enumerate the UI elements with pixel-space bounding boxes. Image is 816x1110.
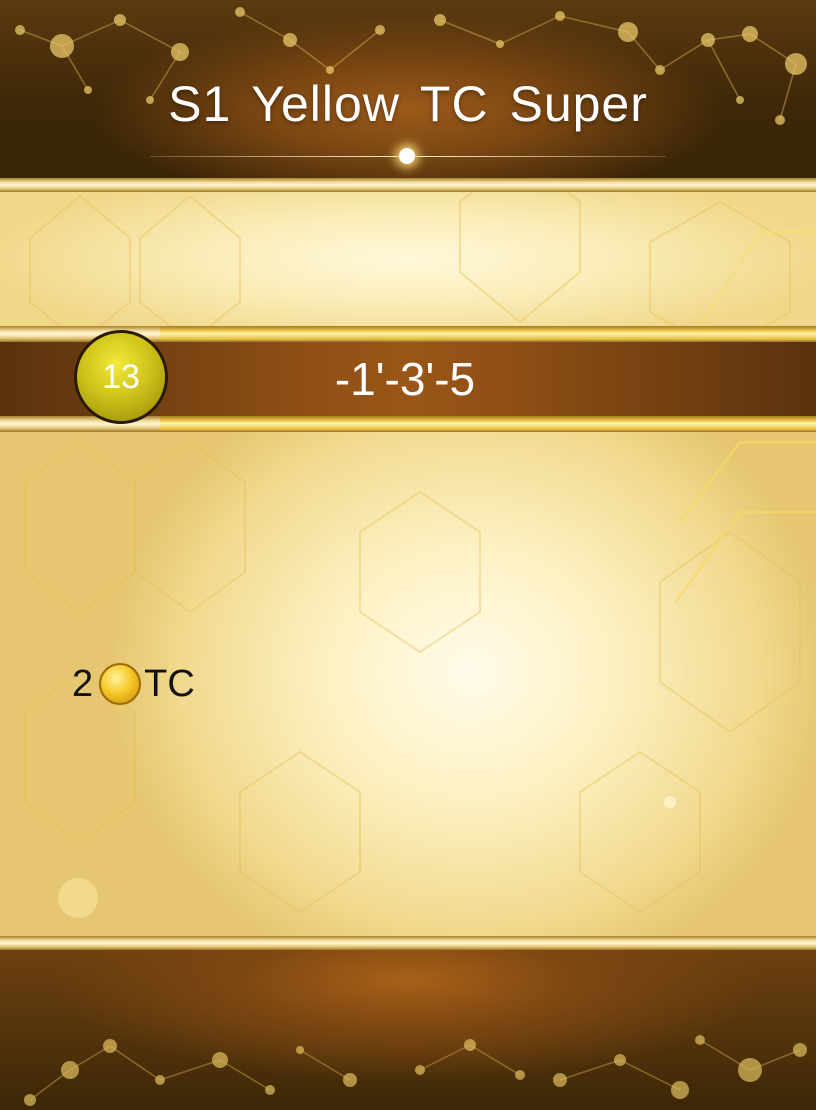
footer — [0, 950, 816, 1110]
reward-unit: TC — [144, 662, 195, 705]
header: S1 Yellow TC Super — [0, 0, 816, 178]
gold-coin-icon — [99, 663, 142, 705]
strip-glow-top — [160, 326, 816, 340]
reward-amount: 2 — [72, 662, 94, 705]
reward-row: 2 TC — [72, 660, 195, 708]
page-title: S1 Yellow TC Super — [168, 76, 648, 132]
game-card: S1 Yellow TC Super -1'-3'-5 13 2 TC — [0, 0, 816, 1110]
glow-dot-icon — [399, 148, 415, 164]
gold-divider-bottom — [0, 936, 816, 950]
level-number: 13 — [102, 358, 140, 396]
strip-glow-bottom — [160, 416, 816, 430]
network-decoration-footer — [24, 1035, 807, 1106]
hexagon-pattern — [29, 192, 816, 326]
gold-divider-top — [0, 178, 816, 192]
upper-panel — [0, 192, 816, 326]
level-code: -1'-3'-5 — [334, 353, 476, 405]
level-badge: 13 — [74, 330, 168, 424]
